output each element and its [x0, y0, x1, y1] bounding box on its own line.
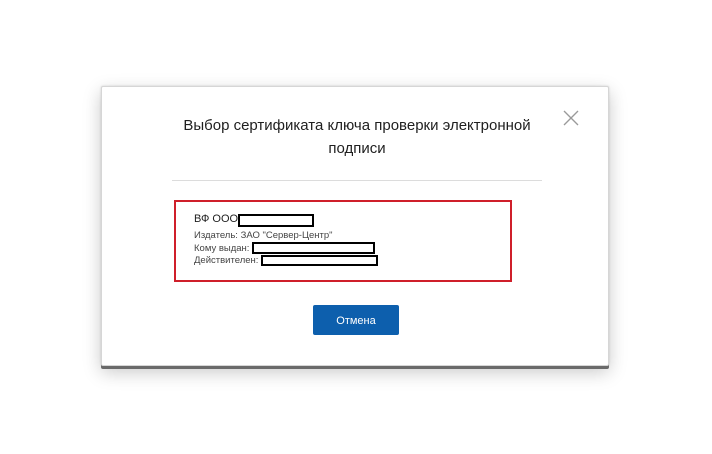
redacted-validity: [261, 255, 378, 266]
close-icon: [563, 110, 579, 126]
cancel-button[interactable]: Отмена: [313, 305, 399, 335]
certificate-validity: Действителен:: [194, 255, 258, 266]
certificate-issuer: Издатель: ЗАО "Сервер-Центр": [194, 230, 333, 241]
certificate-item[interactable]: ВФ ООО " Издатель: ЗАО "Сервер-Центр" Ко…: [174, 200, 512, 282]
issuer-value: ЗАО "Сервер-Центр": [240, 230, 333, 241]
redacted-name: [238, 214, 314, 227]
certificate-select-dialog: Выбор сертификата ключа проверки электро…: [101, 86, 609, 366]
issuer-label: Издатель:: [194, 230, 238, 241]
valid-label: Действителен:: [194, 255, 259, 266]
redacted-owner: [252, 242, 375, 254]
dialog-title: Выбор сертификата ключа проверки электро…: [183, 117, 531, 157]
certificate-owner: Кому выдан:: [194, 243, 249, 254]
owner-label: Кому выдан:: [194, 243, 250, 254]
close-button[interactable]: [562, 109, 580, 127]
title-divider: [172, 180, 542, 181]
